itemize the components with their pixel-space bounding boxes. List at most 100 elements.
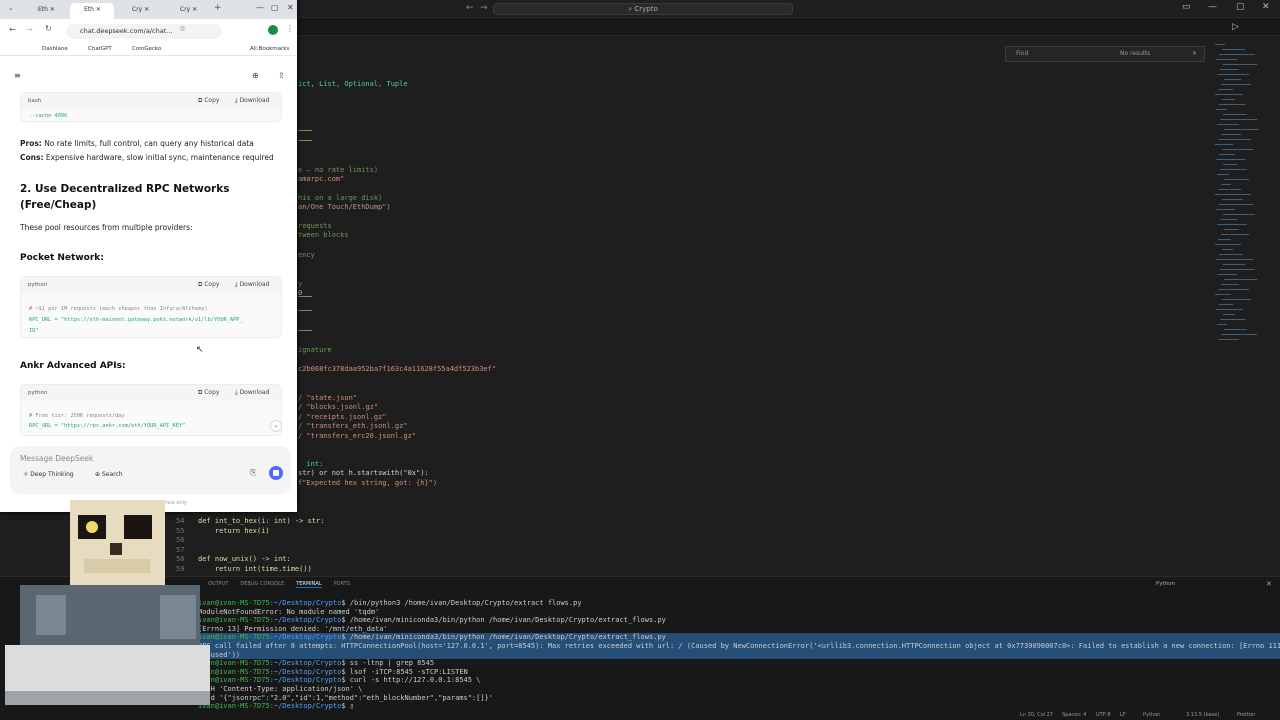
minimap-line bbox=[1222, 149, 1253, 150]
prompt-path: :~/Desktop/Crypto bbox=[269, 599, 342, 607]
stop-button[interactable] bbox=[269, 466, 283, 480]
terminal-shell-label[interactable]: Python bbox=[1156, 581, 1175, 587]
keyboard-edge bbox=[5, 691, 210, 705]
maximize-icon[interactable]: ▢ bbox=[271, 3, 279, 12]
browser-tab-1[interactable]: Eth ✕ bbox=[24, 3, 64, 19]
stop-icon bbox=[273, 470, 279, 476]
new-chat-icon[interactable]: ⊕ bbox=[252, 71, 259, 80]
bookmark-chatgpt[interactable]: ChatGPT bbox=[88, 46, 112, 52]
new-tab-icon[interactable]: + bbox=[214, 3, 222, 13]
tab-search-icon[interactable]: ⌄ bbox=[8, 4, 14, 12]
terminal-text: [Errno 13] Permission denied: '/mnt/eth_… bbox=[198, 624, 388, 633]
minimap-line bbox=[1223, 64, 1257, 65]
browser-tab-4[interactable]: Cry ✕ bbox=[166, 3, 210, 19]
browser-tab-3[interactable]: Cry ✕ bbox=[118, 3, 162, 19]
minimap-line bbox=[1220, 269, 1255, 270]
formatter[interactable]: Prettier bbox=[1237, 710, 1255, 720]
find-results: No results bbox=[1120, 50, 1151, 57]
attach-icon[interactable]: ⎘ bbox=[250, 468, 256, 478]
python-env[interactable]: 3.13.5 (base) bbox=[1186, 710, 1219, 720]
copy-button[interactable]: ⧉ Copy bbox=[198, 93, 219, 109]
code-line: # Free tier: 250K requests/day bbox=[29, 413, 125, 419]
search-button[interactable]: ⊕ Search bbox=[91, 469, 127, 480]
minimap-line bbox=[1219, 154, 1235, 155]
bookmark-all[interactable]: All Bookmarks bbox=[250, 46, 289, 52]
close-icon[interactable]: ✕ bbox=[287, 3, 294, 12]
browser-tab-2[interactable]: Eth ✕ bbox=[70, 3, 114, 19]
bookmark-dashlane[interactable]: Dashlane bbox=[42, 46, 68, 52]
reload-icon[interactable]: ↻ bbox=[45, 24, 52, 33]
cursor-position[interactable]: Ln 30, Col 27 bbox=[1020, 710, 1053, 720]
minimap-line bbox=[1224, 79, 1241, 80]
run-icon[interactable]: ▷ bbox=[1232, 22, 1239, 32]
forward-arrow-icon[interactable]: → bbox=[480, 3, 488, 13]
prompt-path: :~/Desktop/Crypto bbox=[269, 659, 342, 668]
menu-icon[interactable]: ⋮ bbox=[286, 24, 294, 33]
find-widget[interactable]: Find No results ✕ bbox=[1005, 46, 1205, 62]
minimap-line bbox=[1222, 249, 1233, 250]
encoding[interactable]: UTF-8 bbox=[1096, 710, 1111, 720]
code-line: amarpc.com" bbox=[298, 175, 345, 183]
minimap-line bbox=[1223, 264, 1245, 265]
minimap-line bbox=[1222, 49, 1245, 50]
deep-thinking-button[interactable]: ⚛ Deep Thinking bbox=[19, 469, 78, 480]
code-line: RPC_URL = "https://rpc.ankr.com/eth/YOUR… bbox=[29, 423, 186, 429]
minimap-line bbox=[1220, 119, 1257, 120]
download-button[interactable]: ⤓ Download bbox=[235, 385, 269, 401]
minimap-line bbox=[1215, 294, 1231, 295]
eol[interactable]: LF bbox=[1120, 710, 1126, 720]
workspace-name: Crypto bbox=[634, 5, 658, 13]
code-line: def int_to_hex(i: int) -> str: bbox=[198, 517, 325, 525]
minimap-line bbox=[1222, 299, 1251, 300]
copy-button[interactable]: ⧉ Copy bbox=[198, 385, 219, 401]
share-icon[interactable]: ⇪ bbox=[278, 71, 285, 80]
indent-setting[interactable]: Spaces: 4 bbox=[1062, 710, 1086, 720]
minimap-line bbox=[1220, 169, 1247, 170]
bookmark-coingecko[interactable]: CoinGecko bbox=[132, 46, 161, 52]
pauldron bbox=[160, 595, 196, 639]
terminal-text: -d '{"jsonrpc":"2.0","id":1,"method":"et… bbox=[198, 693, 494, 702]
download-button[interactable]: ⤓ Download bbox=[235, 277, 269, 293]
back-arrow-icon[interactable]: ← bbox=[466, 3, 474, 13]
download-button[interactable]: ⤓ Download bbox=[235, 93, 269, 109]
panel-close-icon[interactable]: ✕ bbox=[1266, 580, 1272, 588]
terminal-text: RPC call failed after 8 attempts: HTTPCo… bbox=[198, 641, 1280, 650]
scroll-down-icon[interactable]: ⌄ bbox=[270, 420, 282, 432]
find-close-icon[interactable]: ✕ bbox=[1192, 47, 1197, 61]
close-icon[interactable]: ✕ bbox=[1262, 2, 1270, 12]
address-bar[interactable]: chat.deepseek.com/a/chat... bbox=[66, 24, 222, 39]
panel-tab-ports[interactable]: PORTS bbox=[334, 581, 350, 588]
profile-avatar[interactable] bbox=[268, 25, 278, 35]
minimap-line bbox=[1218, 89, 1233, 90]
terminal-line: [Errno 13] Permission denied: '/mnt/eth_… bbox=[198, 625, 1280, 634]
back-icon[interactable]: ← bbox=[9, 25, 16, 34]
message-input[interactable]: Message DeepSeek bbox=[20, 454, 93, 463]
panel-tab-terminal[interactable]: TERMINAL bbox=[296, 581, 322, 588]
language-mode[interactable]: Python bbox=[1143, 710, 1160, 720]
minimap-line bbox=[1221, 84, 1251, 85]
terminal-output[interactable]: ivan@ivan-MS-7D75:~/Desktop/Crypto$ /bin… bbox=[198, 599, 1280, 711]
browser-tab-strip: ⌄ Eth ✕ Eth ✕ Cry ✕ Cry ✕ + — ▢ ✕ bbox=[0, 0, 297, 19]
minimap[interactable] bbox=[1215, 44, 1265, 344]
intro-text: These pool resources from multiple provi… bbox=[20, 223, 193, 232]
command-center[interactable]: ⌕ Crypto bbox=[493, 3, 793, 15]
pauldron bbox=[36, 595, 66, 635]
minimap-line bbox=[1224, 179, 1249, 180]
terminal-line: ivan@ivan-MS-7D75:~/Desktop/Crypto$ /hom… bbox=[198, 633, 1280, 642]
code-line: str) or not h.startswith("0x"): bbox=[298, 469, 429, 477]
maximize-icon[interactable]: ▢ bbox=[1236, 2, 1245, 12]
find-input[interactable]: Find bbox=[1016, 50, 1028, 57]
minimap-line bbox=[1217, 224, 1247, 225]
forward-icon[interactable]: → bbox=[26, 25, 33, 34]
terminal-line: ivan@ivan-MS-7D75:~/Desktop/Crypto$ ss -… bbox=[198, 659, 1280, 668]
minimize-icon[interactable]: — bbox=[256, 3, 264, 12]
panel-tab-debug-console[interactable]: DEBUG CONSOLE bbox=[240, 581, 284, 588]
code-line: tween blocks bbox=[298, 231, 349, 239]
layout-icon[interactable]: ▭ bbox=[1182, 2, 1191, 12]
code-block-pocket: python ⧉ Copy ⤓ Download # ~$1 per 1M re… bbox=[20, 276, 282, 338]
copy-button[interactable]: ⧉ Copy bbox=[198, 277, 219, 293]
sidebar-toggle-icon[interactable]: ≡ bbox=[14, 71, 21, 80]
bookmark-star-icon[interactable]: ☆ bbox=[179, 24, 186, 33]
minimize-icon[interactable]: — bbox=[1208, 2, 1217, 12]
code-line: / "blocks.jsonl.gz" bbox=[298, 403, 379, 411]
